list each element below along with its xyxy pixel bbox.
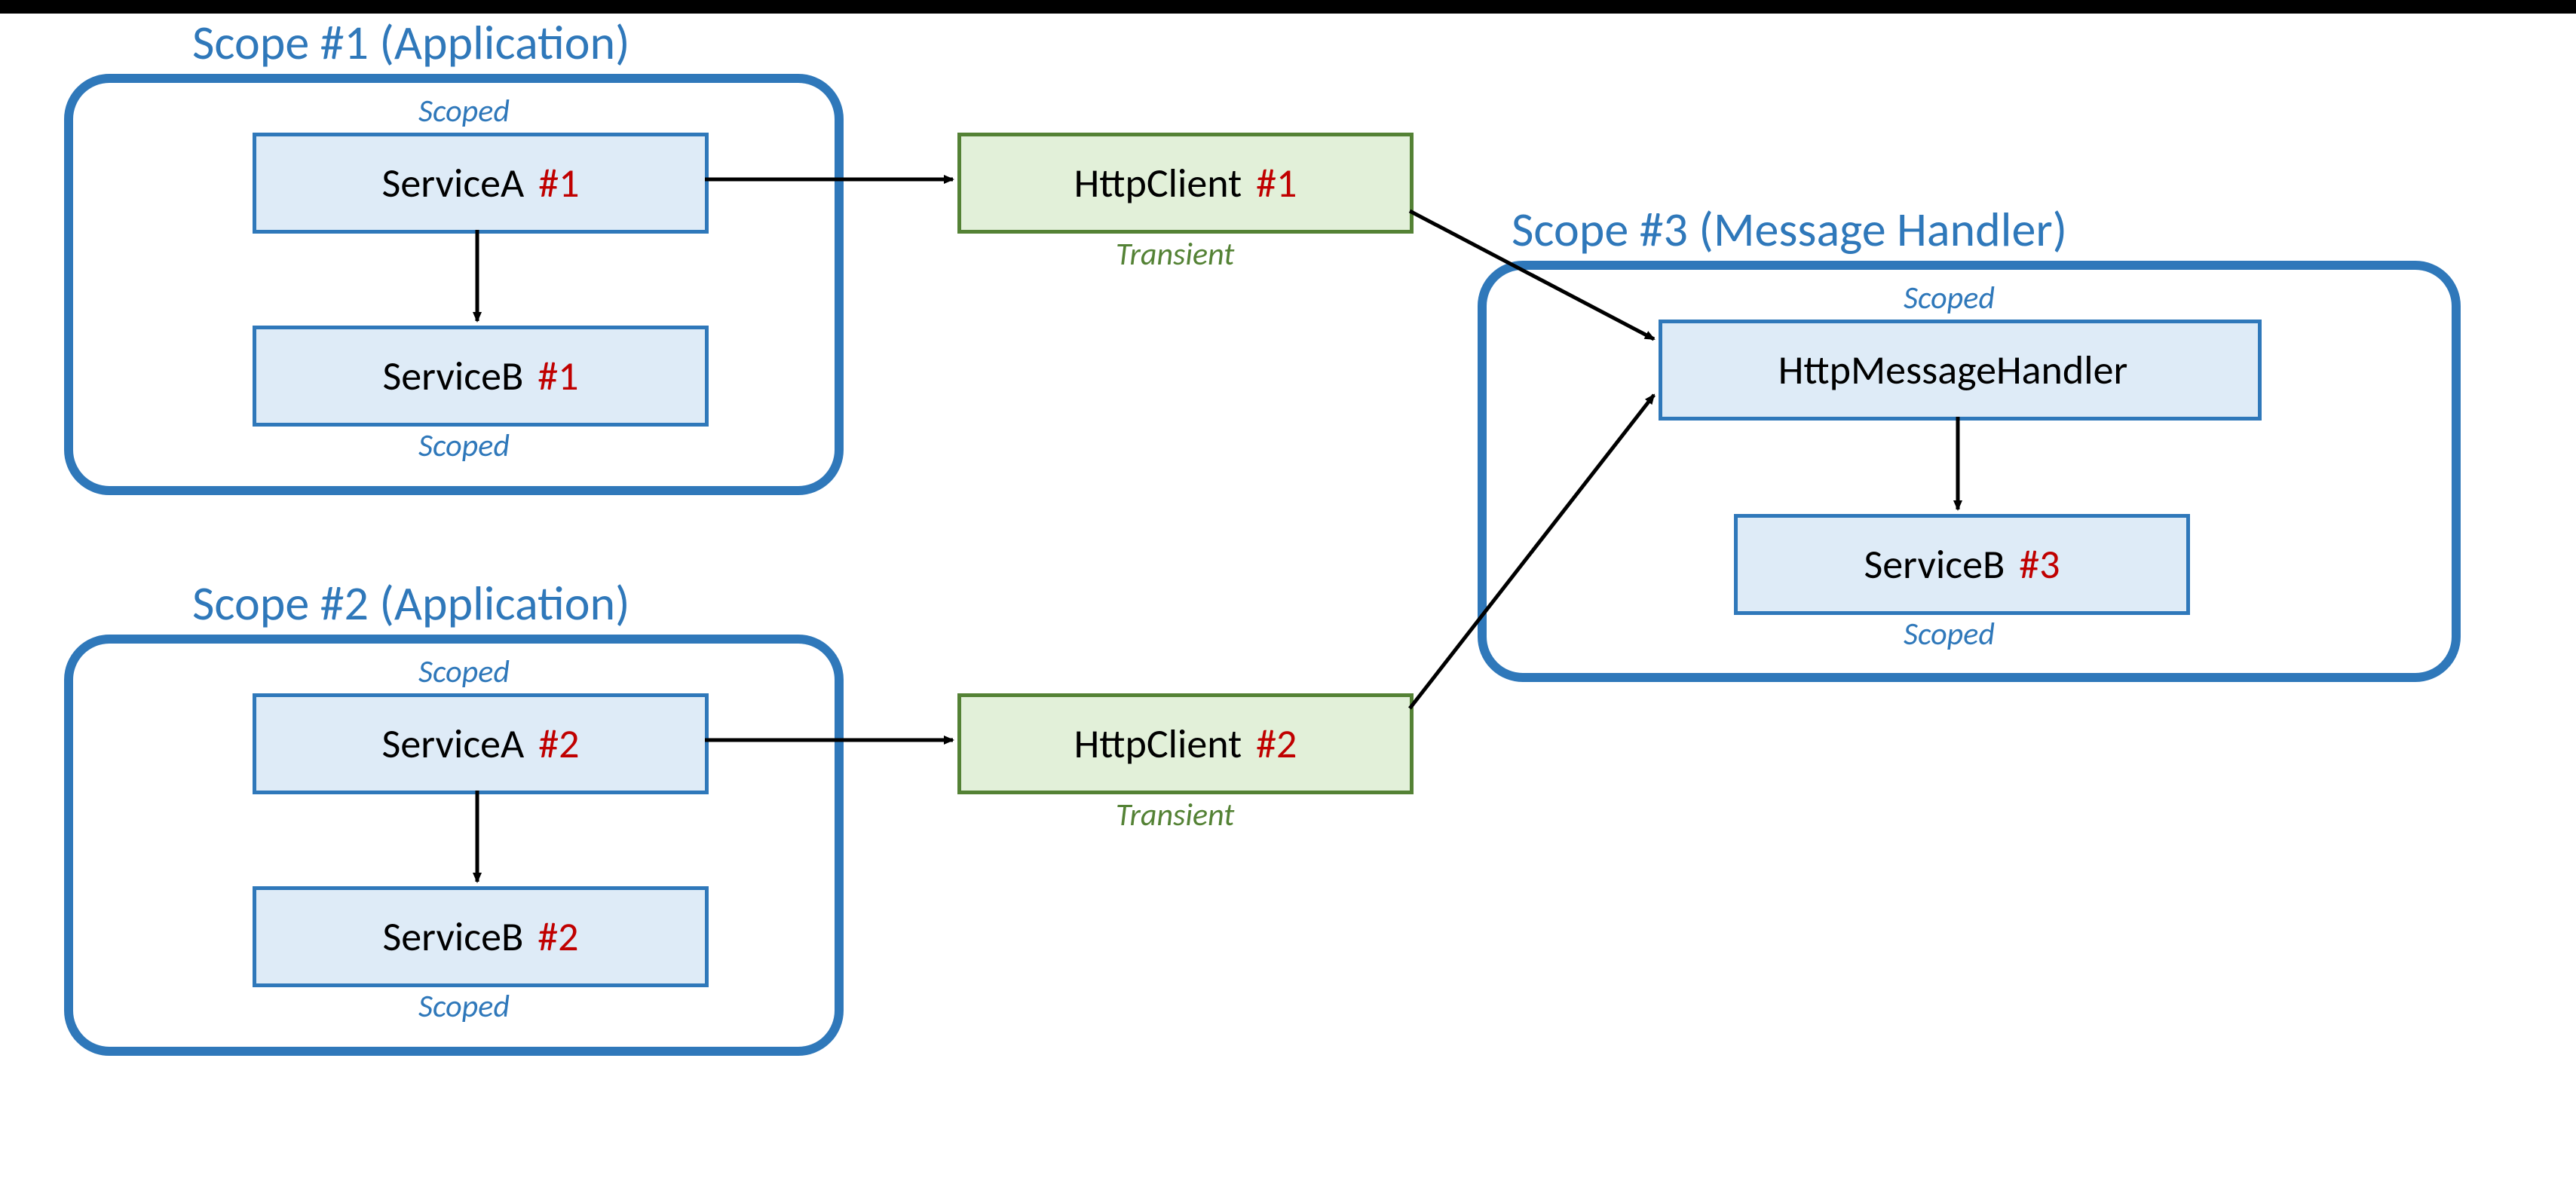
serviceB3-label: ServiceB	[1864, 540, 2005, 589]
httpMessageHandler-lifetime: Scoped	[1904, 279, 1995, 317]
serviceA1-label: ServiceA	[382, 158, 525, 208]
serviceB1-label: ServiceB	[382, 351, 523, 401]
httpClient2-label: HttpClient	[1074, 719, 1242, 769]
scope3-title: Scope #3 (Message Handler)	[1512, 200, 2067, 259]
serviceB1-suffix: #1	[538, 351, 578, 401]
serviceA2-node: ServiceA #2	[253, 693, 709, 794]
scope2-title: Scope #2 (Application)	[192, 574, 630, 633]
serviceB3-suffix: #3	[2019, 540, 2060, 589]
httpClient1-lifetime: Transient	[1116, 235, 1234, 274]
serviceB2-label: ServiceB	[382, 912, 523, 962]
httpClient1-node: HttpClient #1	[957, 133, 1414, 234]
serviceB2-suffix: #2	[538, 912, 578, 962]
serviceB1-node: ServiceB #1	[253, 326, 709, 427]
serviceB2-lifetime: Scoped	[418, 987, 510, 1026]
serviceA1-node: ServiceA #1	[253, 133, 709, 234]
serviceA2-suffix: #2	[538, 719, 579, 769]
serviceB2-node: ServiceB #2	[253, 886, 709, 987]
serviceA2-lifetime: Scoped	[418, 653, 510, 691]
httpClient2-lifetime: Transient	[1116, 796, 1234, 834]
serviceB3-node: ServiceB #3	[1734, 514, 2190, 615]
httpMessageHandler-node: HttpMessageHandler	[1659, 320, 2262, 421]
httpClient2-node: HttpClient #2	[957, 693, 1414, 794]
top-black-bar	[0, 0, 2576, 14]
diagram-stage: Scope #1 (Application) Scoped ServiceA #…	[0, 0, 2576, 1202]
serviceB3-lifetime: Scoped	[1904, 615, 1995, 653]
serviceB1-lifetime: Scoped	[418, 427, 510, 465]
serviceA1-suffix: #1	[538, 158, 579, 208]
httpClient1-suffix: #1	[1256, 158, 1297, 208]
scope1-title: Scope #1 (Application)	[192, 14, 630, 72]
httpClient2-suffix: #2	[1256, 719, 1297, 769]
serviceA2-label: ServiceA	[382, 719, 525, 769]
httpClient1-label: HttpClient	[1074, 158, 1242, 208]
httpMessageHandler-label: HttpMessageHandler	[1778, 345, 2128, 395]
serviceA1-lifetime: Scoped	[418, 92, 510, 130]
